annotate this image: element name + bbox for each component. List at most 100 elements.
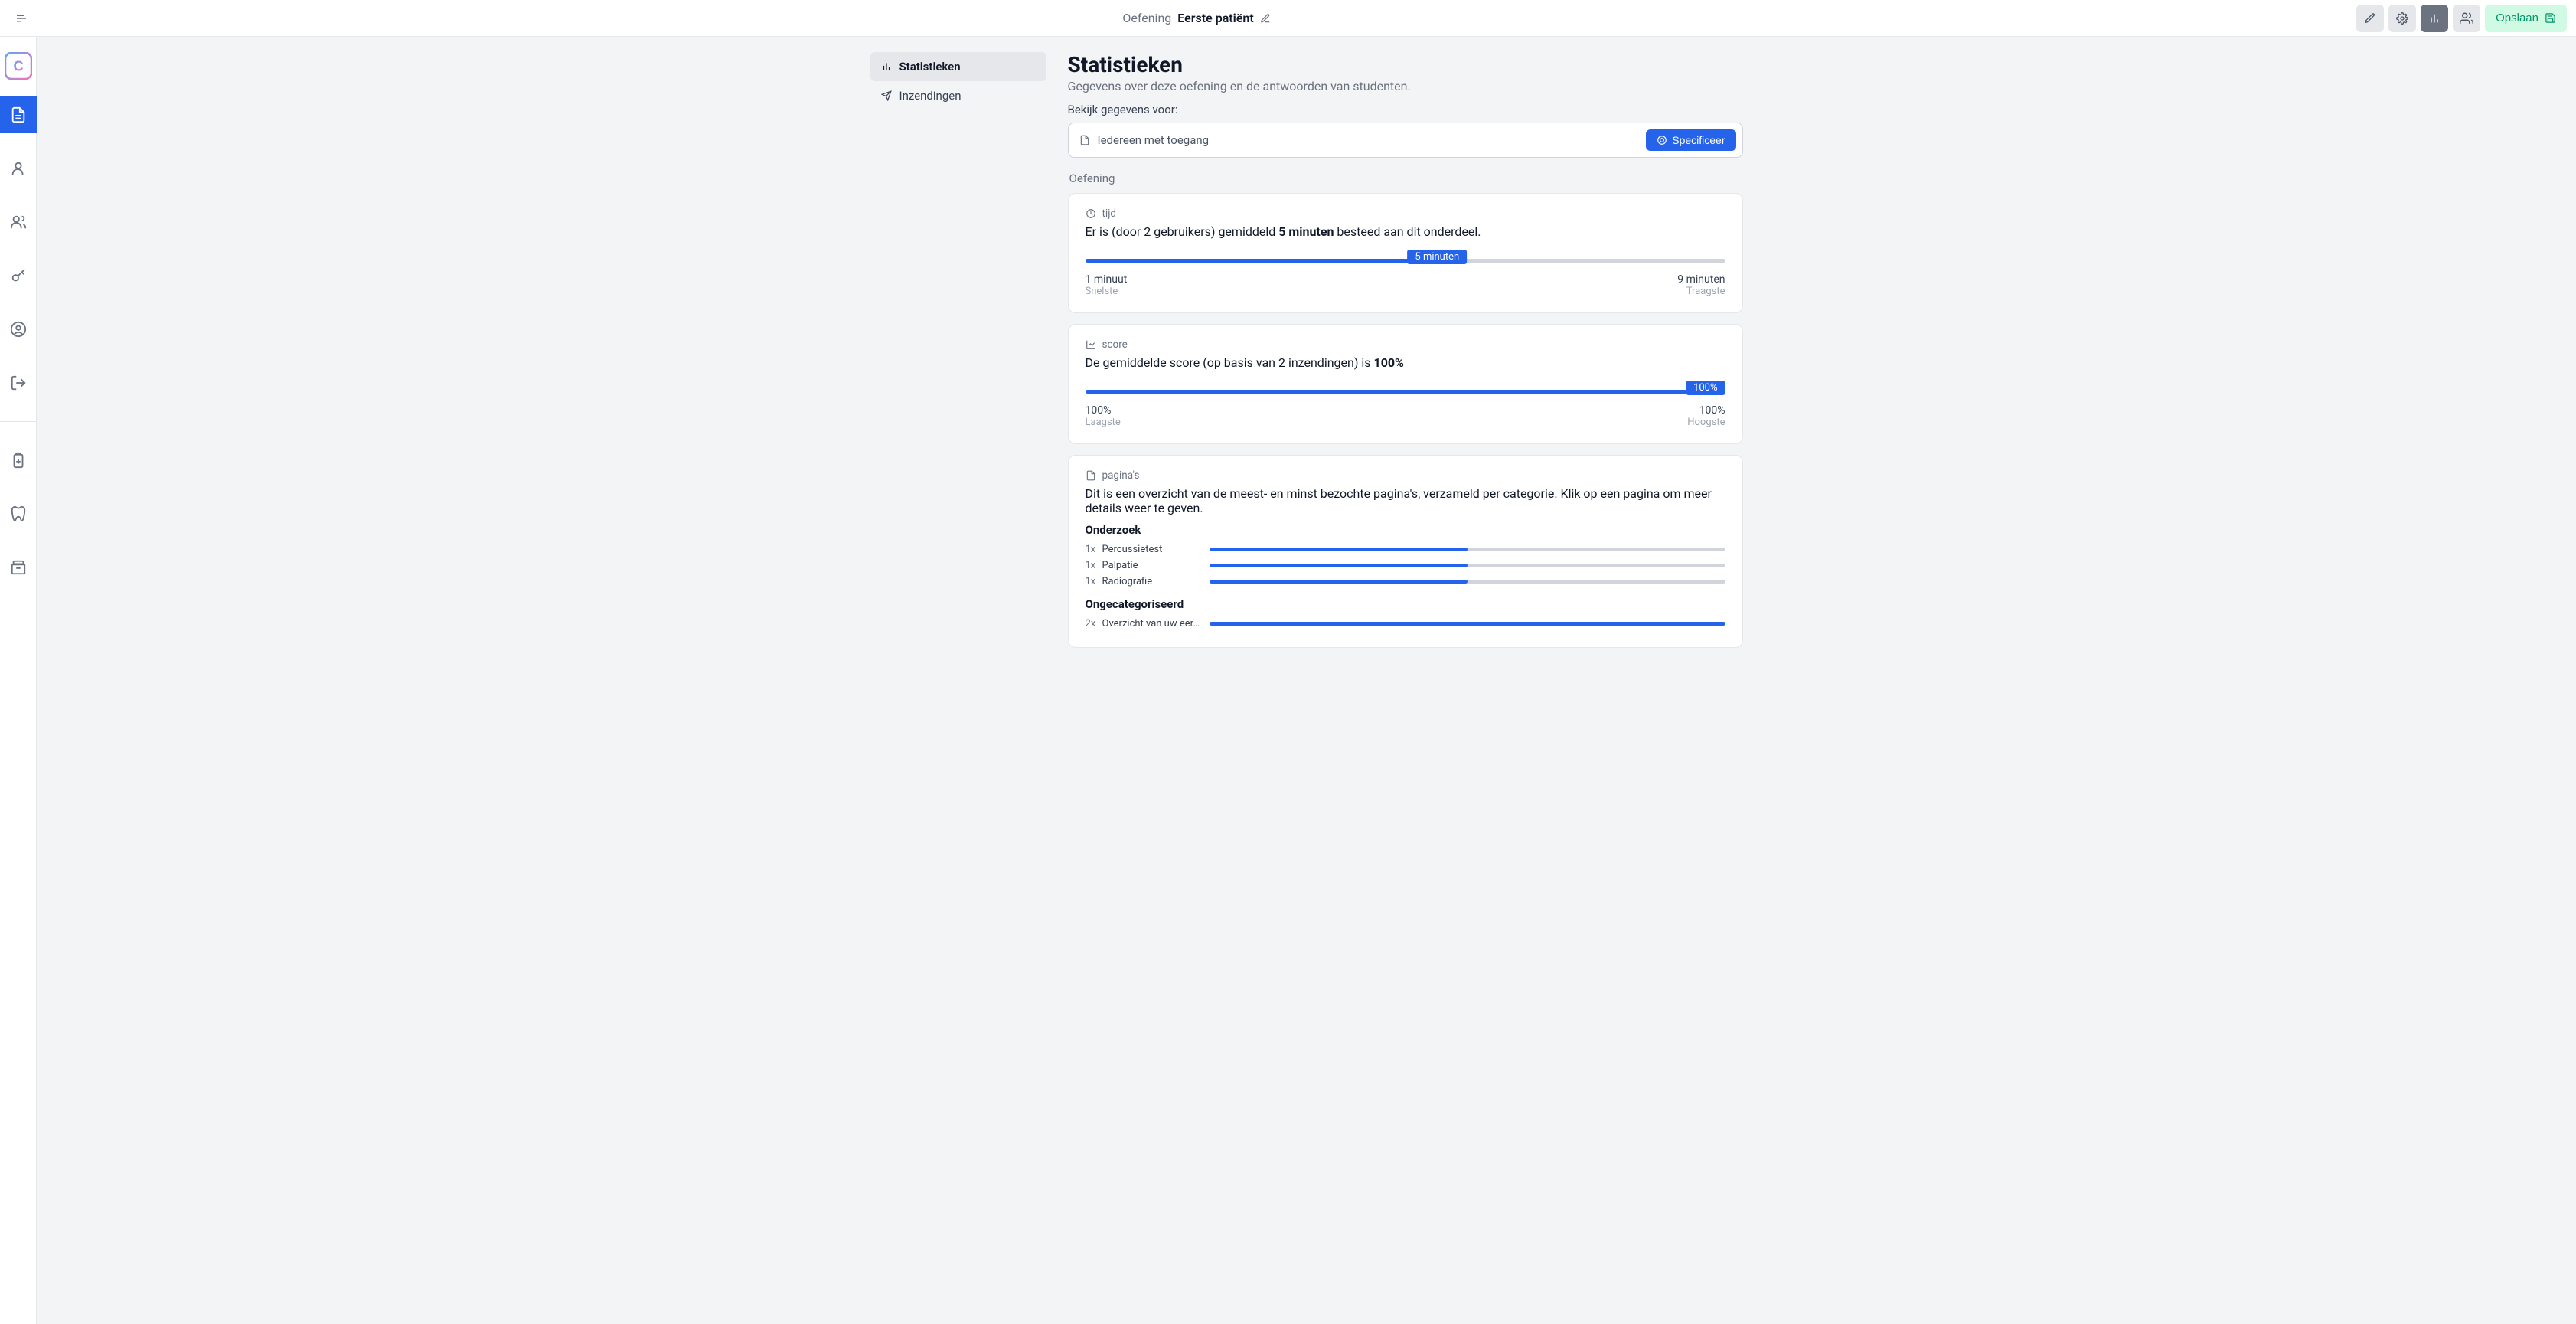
time-max-label: Traagste bbox=[1686, 286, 1725, 297]
mini-bar-fill bbox=[1210, 548, 1468, 551]
oefening-section-label: Oefening bbox=[1069, 172, 1743, 185]
time-min-value: 1 minuut bbox=[1086, 273, 1128, 286]
breadcrumb-prefix: Oefening bbox=[1122, 11, 1171, 25]
specify-button[interactable]: Specificeer bbox=[1646, 129, 1735, 151]
section-nav-inzendingen[interactable]: Inzendingen bbox=[870, 81, 1046, 110]
nav-item-label: Statistieken bbox=[899, 60, 961, 74]
hamburger-menu-button[interactable] bbox=[6, 11, 37, 25]
bar-chart-icon bbox=[2428, 12, 2441, 25]
mini-bar-fill bbox=[1210, 564, 1468, 567]
range-badge: 5 minuten bbox=[1407, 250, 1467, 264]
content: Statistieken Inzendingen Statistieken Ge… bbox=[855, 37, 1758, 689]
save-button[interactable]: Opslaan bbox=[2485, 5, 2567, 32]
card-pages-description: Dit is een overzicht van de meest- en mi… bbox=[1086, 486, 1725, 515]
logo-icon: C bbox=[5, 52, 32, 80]
rail-item-archive[interactable] bbox=[0, 549, 37, 586]
bar-chart-icon bbox=[881, 61, 892, 72]
logout-icon bbox=[10, 374, 27, 391]
mini-bar bbox=[1210, 580, 1725, 584]
rail-item-exercises[interactable] bbox=[0, 96, 37, 133]
pages-row[interactable]: 1xRadiografie bbox=[1086, 574, 1725, 590]
score-max-label: Hoogste bbox=[1687, 417, 1725, 428]
users-button[interactable] bbox=[2453, 5, 2480, 32]
card-time-sentence-after: besteed aan dit onderdeel. bbox=[1334, 224, 1481, 239]
document-icon bbox=[10, 106, 27, 123]
range-bar-fill bbox=[1086, 259, 1438, 263]
app-logo[interactable]: C bbox=[5, 52, 32, 80]
filter-value: Iedereen met toegang bbox=[1098, 133, 1639, 147]
main-subtitle: Gegevens over deze oefening en de antwoo… bbox=[1068, 79, 1743, 93]
range-bar-fill bbox=[1086, 390, 1725, 394]
pages-row-count: 2x bbox=[1086, 618, 1102, 629]
pages-row-count: 1x bbox=[1086, 560, 1102, 571]
mini-bar-fill bbox=[1210, 580, 1468, 584]
score-range-bar: 100% bbox=[1086, 390, 1725, 394]
range-bar-bg bbox=[1086, 390, 1725, 394]
rename-button[interactable] bbox=[1260, 13, 1271, 24]
settings-button[interactable] bbox=[2388, 5, 2416, 32]
key-icon bbox=[10, 267, 27, 284]
rail-divider bbox=[0, 421, 36, 422]
save-icon bbox=[2545, 12, 2556, 24]
rail-item-keys[interactable] bbox=[0, 257, 37, 294]
gear-icon bbox=[2396, 12, 2408, 25]
page-title: Eerste patiënt bbox=[1177, 11, 1253, 25]
time-min: 1 minuut Snelste bbox=[1086, 273, 1128, 297]
user-circle-icon bbox=[10, 321, 27, 338]
section-nav-statistieken[interactable]: Statistieken bbox=[870, 52, 1046, 81]
time-range-bar: 5 minuten bbox=[1086, 259, 1725, 263]
rail-item-tooth[interactable] bbox=[0, 495, 37, 532]
score-min: 100% Laagste bbox=[1086, 404, 1121, 428]
specify-button-label: Specificeer bbox=[1672, 134, 1725, 146]
line-chart-icon bbox=[1086, 339, 1096, 350]
score-max-value: 100% bbox=[1699, 404, 1725, 417]
score-min-label: Laagste bbox=[1086, 417, 1121, 428]
pages-row[interactable]: 1xPalpatie bbox=[1086, 557, 1725, 574]
mini-bar bbox=[1210, 548, 1725, 551]
card-time-sentence-bold: 5 minuten bbox=[1278, 224, 1334, 239]
section-nav: Statistieken Inzendingen bbox=[870, 52, 1046, 659]
mini-bar-fill bbox=[1210, 622, 1725, 626]
card-time-label: tijd bbox=[1102, 208, 1117, 220]
rail-item-user[interactable] bbox=[0, 150, 37, 187]
main-column: Statistieken Gegevens over deze oefening… bbox=[1068, 52, 1743, 659]
tooth-icon bbox=[10, 505, 27, 522]
card-score-label: score bbox=[1102, 338, 1128, 351]
card-pages: pagina's Dit is een overzicht van de mee… bbox=[1068, 455, 1743, 648]
edit-button[interactable] bbox=[2356, 5, 2384, 32]
filter-label: Bekijk gegevens voor: bbox=[1068, 103, 1743, 116]
pages-row[interactable]: 1xPercussietest bbox=[1086, 541, 1725, 557]
card-time-statement: Er is (door 2 gebruikers) gemiddeld 5 mi… bbox=[1086, 224, 1725, 239]
clock-icon bbox=[1086, 208, 1096, 219]
pages-row[interactable]: 2xOverzicht van uw eer… bbox=[1086, 616, 1725, 632]
filter-row: Iedereen met toegang Specificeer bbox=[1068, 123, 1743, 158]
range-bar-bg bbox=[1086, 259, 1725, 263]
nav-item-label: Inzendingen bbox=[899, 89, 962, 103]
statistics-button[interactable] bbox=[2421, 5, 2448, 32]
score-min-value: 100% bbox=[1086, 404, 1121, 417]
card-time: tijd Er is (door 2 gebruikers) gemiddeld… bbox=[1068, 193, 1743, 313]
topbar: Oefening Eerste patiënt Opslaan bbox=[0, 0, 2576, 37]
clipboard-plus-icon bbox=[10, 452, 27, 469]
rail-item-logout[interactable] bbox=[0, 365, 37, 401]
score-max: 100% Hoogste bbox=[1687, 404, 1725, 428]
users-icon bbox=[2460, 11, 2473, 25]
mini-bar bbox=[1210, 564, 1725, 567]
pencil-icon bbox=[1260, 13, 1271, 24]
save-button-label: Opslaan bbox=[2496, 11, 2538, 25]
users-icon bbox=[10, 214, 27, 230]
archive-icon bbox=[10, 559, 27, 576]
user-icon bbox=[10, 160, 27, 177]
rail-item-users[interactable] bbox=[0, 204, 37, 240]
time-max-value: 9 minuten bbox=[1677, 273, 1725, 286]
rail-item-account[interactable] bbox=[0, 311, 37, 348]
pages-row-count: 1x bbox=[1086, 576, 1102, 587]
time-range-meta: 1 minuut Snelste 9 minuten Traagste bbox=[1086, 273, 1725, 297]
card-time-header: tijd bbox=[1086, 208, 1725, 220]
document-icon bbox=[1086, 470, 1096, 481]
rail-item-clipboard[interactable] bbox=[0, 442, 37, 479]
pages-groups: Onderzoek1xPercussietest1xPalpatie1xRadi… bbox=[1086, 523, 1725, 632]
target-icon bbox=[1657, 135, 1667, 145]
topbar-actions: Opslaan bbox=[2356, 5, 2567, 32]
time-max: 9 minuten Traagste bbox=[1677, 273, 1725, 297]
